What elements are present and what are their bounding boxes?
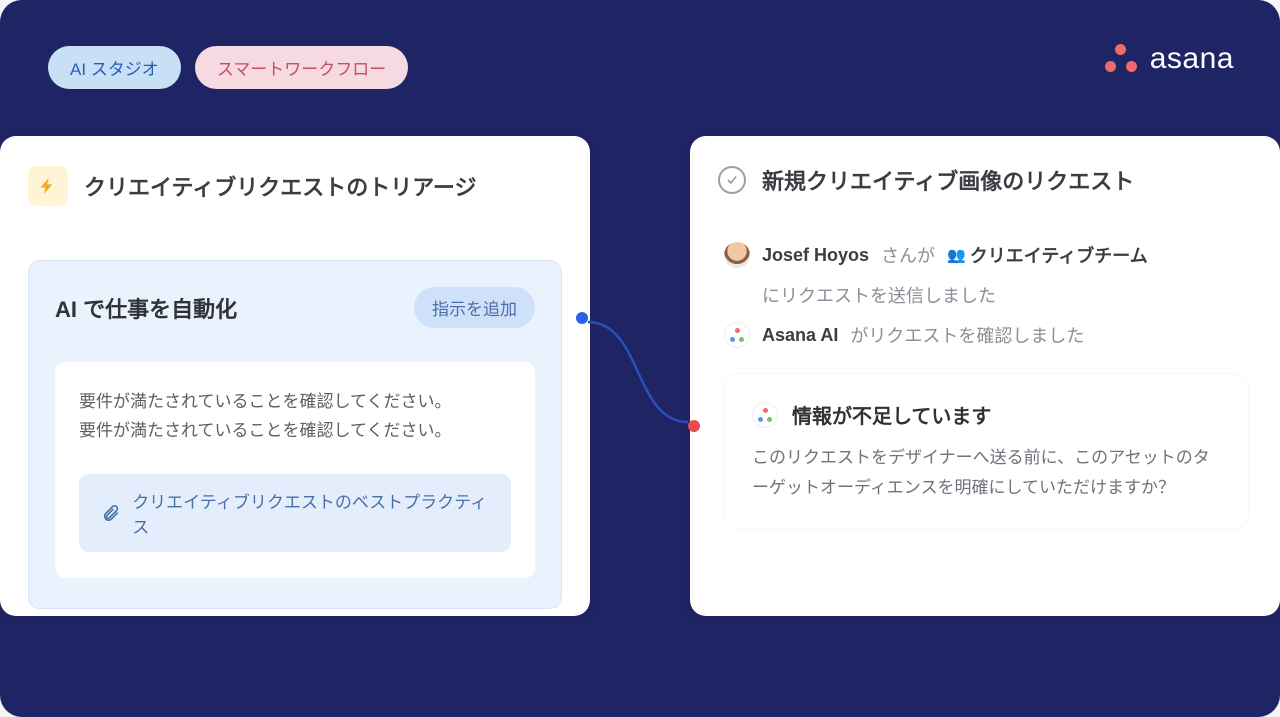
ai-response-body: このリクエストをデザイナーへ送る前に、このアセットのターゲットオーディエンスを明… [752,443,1220,503]
ai-card-title: AI で仕事を自動化 [55,292,237,324]
team-chip[interactable]: 👥 クリエイティブチーム [947,242,1148,268]
attachment-label: クリエイティブリクエストのベストプラクティス [132,488,489,538]
activity-feed: Josef Hoyos さんが 👥 クリエイティブチーム にリクエストを送信しま… [718,242,1248,529]
asana-brand: asana [1104,42,1234,76]
marketing-stage: AI スタジオ スマートワークフロー asana クリエイティブリクエストのトリ… [0,0,1280,717]
triage-title: クリエイティブリクエストのトリアージ [84,170,476,202]
asana-ai-label: Asana AI [762,325,838,346]
activity-ai-row: Asana AI がリクエストを確認しました [724,322,1248,348]
ai-response-title: 情報が不足しています [792,400,991,429]
request-title: 新規クリエイティブ画像のリクエスト [762,164,1134,196]
ai-response-card: 情報が不足しています このリクエストをデザイナーへ送る前に、このアセットのターゲ… [724,374,1248,529]
people-icon: 👥 [947,246,966,264]
triage-panel: クリエイティブリクエストのトリアージ AI で仕事を自動化 指示を追加 要件が満… [0,136,590,616]
requirement-line-2: 要件が満たされていることを確認してください。 [79,417,511,446]
asana-ai-icon [752,402,778,428]
ai-automation-card: AI で仕事を自動化 指示を追加 要件が満たされていることを確認してください。 … [28,260,562,609]
activity-confirmed-text: がリクエストを確認しました [850,322,1084,348]
activity-sent-row: にリクエストを送信しました [724,282,1248,308]
asana-logo-icon [1104,42,1138,76]
feature-pills: AI スタジオ スマートワークフロー [48,46,408,89]
check-circle-icon[interactable] [718,166,746,194]
pill-smart-workflow[interactable]: スマートワークフロー [195,46,409,89]
panel-header: クリエイティブリクエストのトリアージ [28,166,562,206]
team-name: クリエイティブチーム [970,242,1148,268]
requirement-line-1: 要件が満たされていることを確認してください。 [79,388,511,417]
activity-sent-text: にリクエストを送信しました [762,282,996,308]
request-panel: 新規クリエイティブ画像のリクエスト Josef Hoyos さんが 👥 クリエイ… [690,136,1280,616]
add-instruction-button[interactable]: 指示を追加 [414,287,535,328]
activity-user-suffix: さんが [881,242,935,268]
attachment-chip[interactable]: クリエイティブリクエストのベストプラクティス [79,474,511,552]
activity-user-row: Josef Hoyos さんが 👥 クリエイティブチーム [724,242,1248,268]
activity-user-name: Josef Hoyos [762,245,869,266]
instruction-inner-card: 要件が満たされていることを確認してください。 要件が満たされていることを確認して… [55,362,535,578]
workflow-connector [582,318,694,426]
asana-ai-icon [724,322,750,348]
asana-wordmark: asana [1150,42,1234,76]
request-header: 新規クリエイティブ画像のリクエスト [718,164,1248,196]
avatar [724,242,750,268]
bolt-icon [28,166,68,206]
paperclip-icon [101,503,120,523]
pill-ai-studio[interactable]: AI スタジオ [48,46,181,89]
